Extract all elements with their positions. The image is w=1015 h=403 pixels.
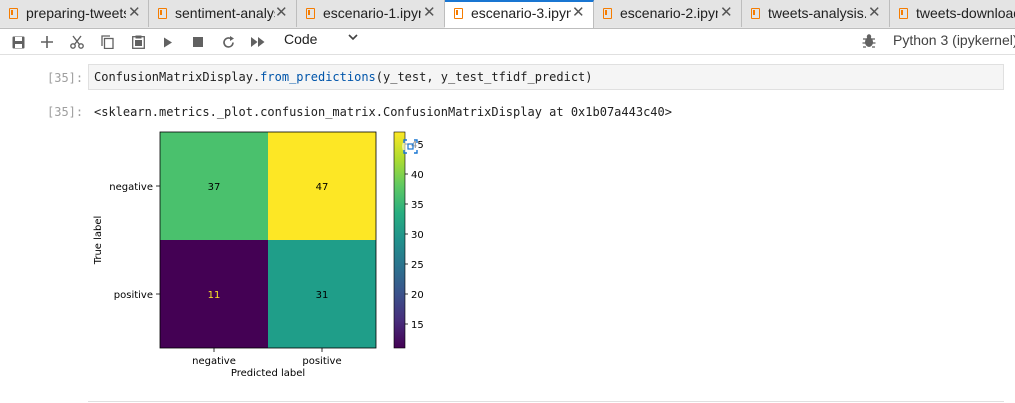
notebook-icon [306,8,315,19]
tab-label: escenario-3.ipynb [471,5,571,21]
kernel-name[interactable]: Python 3 (ipykernel) [893,32,1015,48]
x-axis-label: Predicted label [231,368,305,379]
code-line: ConfusionMatrixDisplay.from_predictions(… [94,70,593,84]
notebook-toolbar: Code Python 3 (ipykernel) [0,29,1015,55]
x-tick-label: negative [192,356,236,367]
tab-label: tweets-download [916,5,1015,21]
close-icon[interactable]: ✕ [128,4,141,22]
cell-bottom-border [88,401,1004,402]
output-prompt: [35]: [47,105,84,119]
input-prompt: [35]: [47,71,84,85]
chevron-down-icon[interactable] [347,31,359,46]
close-icon[interactable]: ✕ [275,4,288,22]
close-icon[interactable]: ✕ [720,4,733,22]
code-args: (y_test, y_test_tfidf_predict) [375,70,593,84]
cell-value: 31 [316,290,329,301]
stop-icon[interactable] [188,32,208,52]
notebook-icon [9,8,18,19]
colorbar [393,131,406,349]
close-icon[interactable]: ✕ [572,4,585,22]
code-method: from_predictions [260,70,376,84]
notebook-icon [454,8,463,19]
colorbar-tick-label: 40 [411,170,424,181]
tab-sentiment-analysis[interactable]: sentiment-analys ✕ [149,0,297,27]
run-icon[interactable] [158,32,178,52]
y-tick-label: positive [114,290,153,301]
tab-label: tweets-analysis.ip [768,5,866,21]
add-icon[interactable] [37,32,57,52]
tab-label: escenario-2.ipynb [620,5,718,21]
tab-label: sentiment-analys [175,5,275,21]
notebook-icon [899,8,908,19]
colorbar-tick-label: 25 [411,260,424,271]
y-tick-label: negative [109,182,153,193]
colorbar-tick-label: 20 [411,290,424,301]
cell-value: 37 [208,182,221,193]
tab-tweets-download[interactable]: tweets-download [890,0,1015,27]
close-icon[interactable]: ✕ [868,4,881,22]
code-class: ConfusionMatrixDisplay. [94,70,261,84]
output-text: <sklearn.metrics._plot.confusion_matrix.… [94,105,672,119]
copy-icon[interactable] [97,32,117,52]
close-icon[interactable]: ✕ [423,4,436,22]
paste-icon[interactable] [128,32,148,52]
bug-icon[interactable] [862,33,876,49]
tab-bar: preparing-tweets ✕ sentiment-analys ✕ es… [0,0,1015,29]
notebook-panel: [35]: ConfusionMatrixDisplay.from_predic… [0,55,1015,403]
tab-preparing-tweets[interactable]: preparing-tweets ✕ [0,0,149,27]
tab-escenario-3[interactable]: escenario-3.ipynb ✕ [445,0,594,28]
cell-value: 11 [208,290,221,301]
tab-escenario-1[interactable]: escenario-1.ipynb ✕ [297,0,445,27]
fast-forward-icon[interactable] [248,32,268,52]
confusion-matrix-chart: 37 47 11 31 negative positive negative positive… [93,131,424,379]
colorbar-tick-label: 30 [411,230,424,241]
cell-value: 47 [316,182,329,193]
code-cell-input[interactable]: ConfusionMatrixDisplay.from_predictions(… [88,64,1004,90]
notebook-icon [751,8,760,19]
save-icon[interactable] [8,32,28,52]
fit-view-icon[interactable] [402,138,419,155]
tab-label: preparing-tweets [26,5,126,21]
tab-escenario-2[interactable]: escenario-2.ipynb ✕ [594,0,742,27]
colorbar-tick-label: 15 [411,320,424,331]
notebook-icon [603,8,612,19]
colorbar-tick-label: 35 [411,200,424,211]
x-tick-label: positive [302,356,341,367]
tab-tweets-analysis[interactable]: tweets-analysis.ip ✕ [742,0,890,27]
y-axis-label: True label [93,216,104,266]
cut-icon[interactable] [67,32,87,52]
tab-label: escenario-1.ipynb [323,5,421,21]
restart-icon[interactable] [218,32,238,52]
notebook-icon [158,8,167,19]
cell-type-dropdown[interactable]: Code [284,31,317,47]
